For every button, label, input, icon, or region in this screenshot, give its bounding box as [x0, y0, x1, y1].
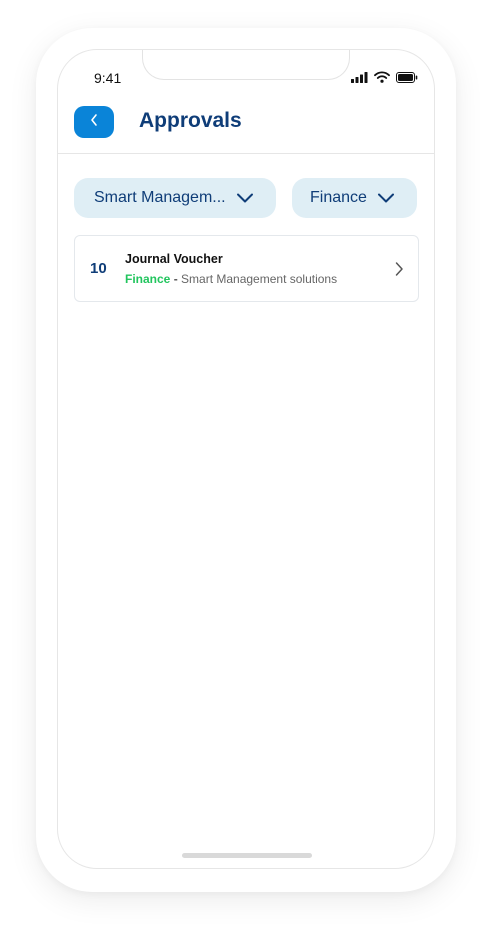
chevron-down-icon: [377, 191, 395, 209]
approval-separator: -: [170, 272, 182, 286]
department-filter-label: Finance: [310, 189, 367, 206]
approval-title: Journal Voucher: [125, 252, 223, 266]
device-notch: [142, 50, 350, 80]
status-icons: [351, 70, 418, 88]
chevron-down-icon: [236, 191, 254, 209]
chevron-left-icon: [89, 113, 99, 132]
page-title: Approvals: [139, 109, 242, 132]
approval-list-item[interactable]: 10 Journal Voucher Finance - Smart Manag…: [74, 235, 419, 302]
approval-count: 10: [90, 260, 107, 277]
company-filter-label: Smart Managem...: [94, 189, 226, 206]
chevron-right-icon: [394, 261, 404, 282]
status-time: 9:41: [94, 70, 122, 86]
company-filter-dropdown[interactable]: Smart Managem...: [74, 178, 276, 218]
home-indicator[interactable]: [182, 853, 312, 858]
signal-icon: [351, 70, 368, 88]
battery-icon: [396, 70, 418, 88]
approval-subtitle: Finance - Smart Management solutions: [125, 272, 337, 286]
phone-screen: 9:41 Approvals Smart Managem... Finance …: [57, 49, 435, 869]
header-divider: [58, 153, 434, 154]
back-button[interactable]: [74, 106, 114, 138]
wifi-icon: [374, 70, 390, 88]
approval-company: Smart Management solutions: [181, 272, 338, 286]
approval-department: Finance: [125, 272, 171, 286]
department-filter-dropdown[interactable]: Finance: [292, 178, 417, 218]
